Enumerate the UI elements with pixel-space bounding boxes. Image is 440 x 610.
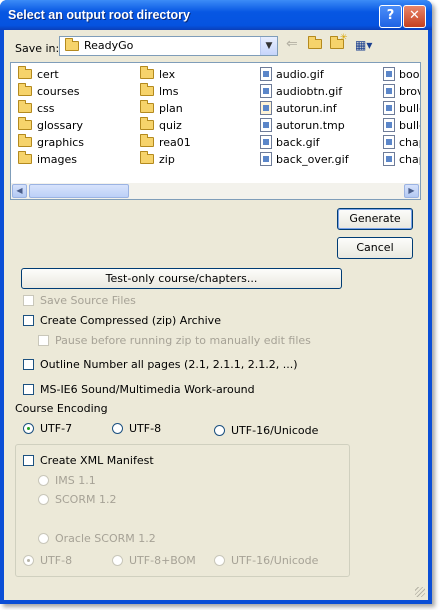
list-item[interactable]: css [18, 100, 55, 116]
pause-zip-checkbox[interactable]: Pause before running zip to manually edi… [38, 334, 311, 348]
list-item[interactable]: autorun.tmp [260, 118, 345, 133]
view-menu-icon[interactable]: ▦▾ [355, 37, 372, 53]
utf16-radio[interactable]: UTF-16/Unicode [214, 424, 318, 438]
resize-grip-icon[interactable] [415, 587, 425, 597]
create-xml-manifest-checkbox[interactable]: Create XML Manifest [23, 454, 154, 468]
list-item[interactable]: book [383, 67, 420, 82]
image-file-icon [260, 84, 272, 98]
image-file-icon [383, 135, 395, 149]
list-item[interactable]: lms [140, 83, 179, 99]
xml-utf16-radio[interactable]: UTF-16/Unicode [214, 554, 318, 568]
folder-icon [140, 83, 154, 96]
list-item[interactable]: back_over.gif [260, 152, 349, 167]
image-file-icon [260, 118, 272, 132]
list-item[interactable]: cert [18, 66, 59, 82]
list-item[interactable]: images [18, 151, 77, 167]
file-list[interactable]: cert courses css glossary graphics image… [10, 62, 421, 200]
image-file-icon [383, 101, 395, 115]
up-folder-button[interactable] [308, 36, 322, 53]
list-item[interactable]: zip [140, 151, 175, 167]
generate-button[interactable]: Generate [337, 208, 413, 230]
list-item[interactable]: rea01 [140, 134, 191, 150]
folder-icon [18, 117, 32, 130]
list-item[interactable]: courses [18, 83, 80, 99]
folder-icon [140, 117, 154, 130]
folder-icon [140, 100, 154, 113]
save-source-checkbox[interactable]: Save Source Files [23, 294, 136, 308]
list-item[interactable]: lex [140, 66, 175, 82]
list-item[interactable]: chap [383, 135, 420, 150]
dialog-client-area: Save in: ReadyGo ▼ ⇐ ✳ ▦▾ cert courses c… [4, 30, 428, 600]
settings-file-icon [260, 101, 272, 115]
test-only-button[interactable]: Test-only course/chapters... [21, 268, 342, 289]
sparkle-icon: ✳ [340, 33, 348, 43]
new-folder-button[interactable]: ✳ [330, 33, 348, 53]
create-zip-checkbox[interactable]: Create Compressed (zip) Archive [23, 314, 221, 328]
image-file-icon [383, 67, 395, 81]
save-in-label: Save in: [15, 42, 60, 55]
save-in-value: ReadyGo [84, 39, 134, 52]
folder-icon [140, 66, 154, 79]
window-file-icon [383, 84, 395, 98]
outline-number-checkbox[interactable]: Outline Number all pages (2.1, 2.1.1, 2.… [23, 358, 298, 372]
dialog-title: Select an output root directory [8, 8, 190, 22]
list-item[interactable]: bulle [383, 101, 420, 116]
oracle-scorm-radio[interactable]: Oracle SCORM 1.2 [38, 532, 156, 546]
close-button[interactable]: ✕ [403, 5, 426, 28]
title-bar[interactable]: Select an output root directory ? ✕ [0, 0, 432, 30]
list-item[interactable]: back.gif [260, 135, 320, 150]
xml-utf8-radio[interactable]: UTF-8 [23, 554, 72, 568]
scroll-thumb[interactable] [29, 184, 129, 198]
list-item[interactable]: brov [383, 84, 420, 99]
utf8-radio[interactable]: UTF-8 [112, 422, 161, 436]
list-item[interactable]: glossary [18, 117, 83, 133]
list-item[interactable]: graphics [18, 134, 84, 150]
image-file-icon [260, 152, 272, 166]
save-in-dropdown[interactable]: ReadyGo ▼ [59, 36, 278, 56]
chevron-down-icon[interactable]: ▼ [260, 37, 277, 55]
list-item[interactable]: audiobtn.gif [260, 84, 342, 99]
help-button[interactable]: ? [379, 5, 402, 28]
scorm-radio[interactable]: SCORM 1.2 [38, 493, 116, 507]
utf7-radio[interactable]: UTF-7 [23, 422, 72, 436]
image-file-icon [260, 67, 272, 81]
xml-utf8bom-radio[interactable]: UTF-8+BOM [112, 554, 196, 568]
folder-icon [65, 38, 79, 51]
list-item[interactable]: autorun.inf [260, 101, 337, 116]
image-file-icon [260, 135, 272, 149]
dialog-window: Select an output root directory ? ✕ Save… [0, 0, 432, 604]
ie6-workaround-checkbox[interactable]: MS-IE6 Sound/Multimedia Work-around [23, 383, 255, 397]
folder-icon [140, 134, 154, 147]
folder-icon [18, 83, 32, 96]
course-encoding-label: Course Encoding [15, 402, 108, 415]
back-arrow-icon[interactable]: ⇐ [286, 37, 298, 53]
horizontal-scrollbar[interactable]: ◀ ▶ [11, 183, 420, 199]
scroll-right-icon[interactable]: ▶ [404, 184, 419, 198]
folder-icon [18, 66, 32, 79]
list-item[interactable]: quiz [140, 117, 182, 133]
folder-icon [18, 100, 32, 113]
ims-radio[interactable]: IMS 1.1 [38, 474, 96, 488]
scroll-left-icon[interactable]: ◀ [12, 184, 27, 198]
image-file-icon [383, 118, 395, 132]
list-item[interactable]: audio.gif [260, 67, 324, 82]
folder-icon [18, 151, 32, 164]
folder-icon [140, 151, 154, 164]
list-item[interactable]: chap [383, 152, 420, 167]
list-item[interactable]: bulle [383, 118, 420, 133]
image-file-icon [383, 152, 395, 166]
cancel-button[interactable]: Cancel [337, 237, 413, 259]
list-item[interactable]: plan [140, 100, 183, 116]
up-folder-icon [308, 36, 322, 49]
folder-icon [18, 134, 32, 147]
